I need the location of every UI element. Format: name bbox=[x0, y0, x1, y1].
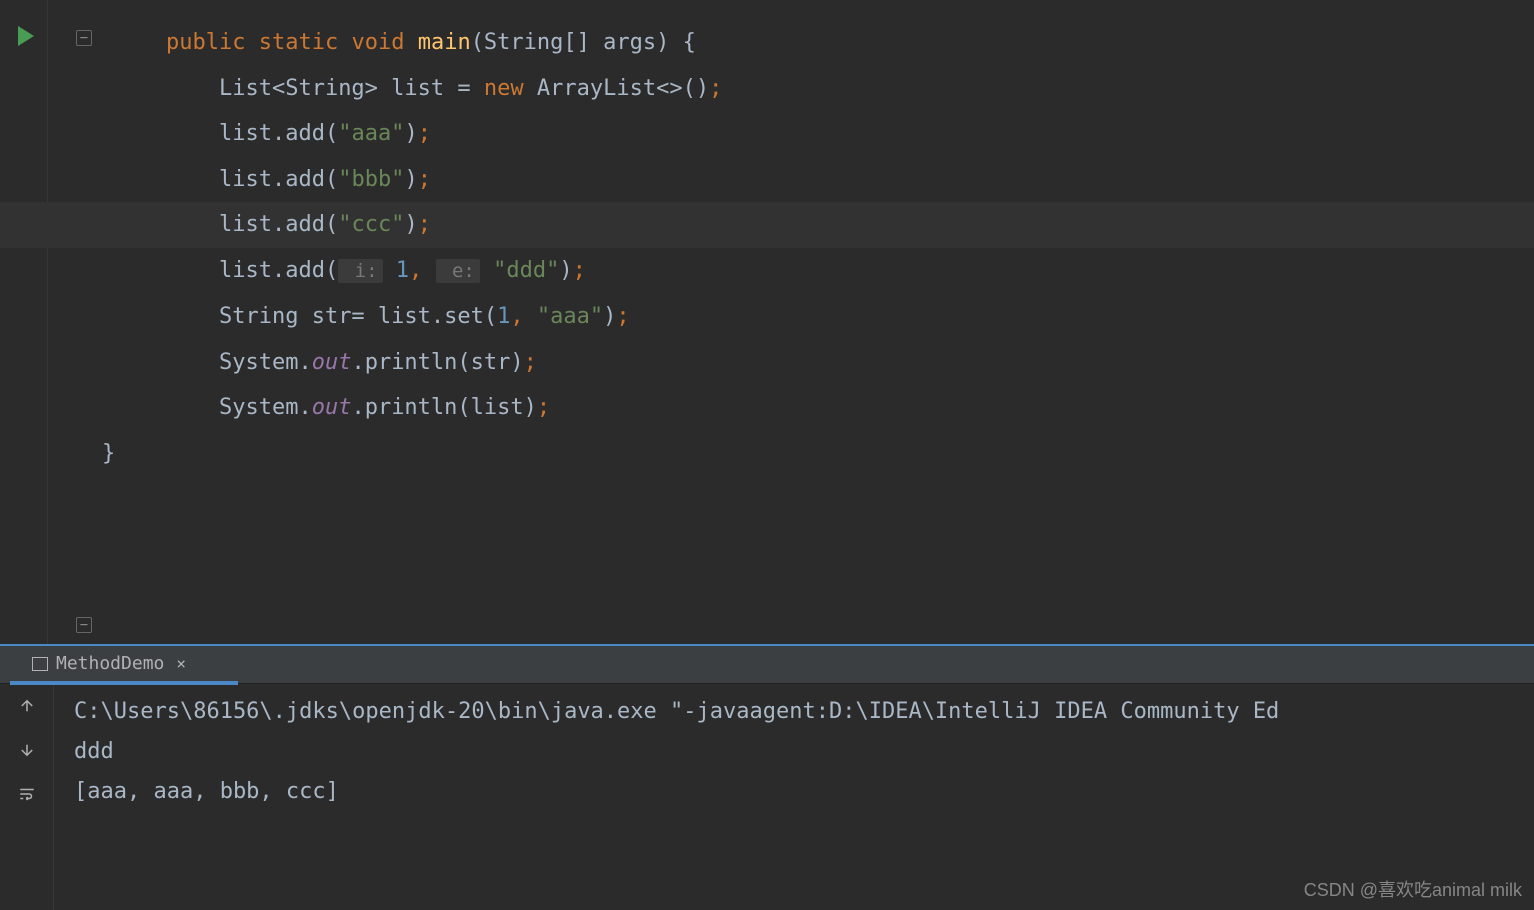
semicolon: ; bbox=[616, 304, 629, 329]
keyword-static: static bbox=[259, 30, 338, 55]
param-hint-element: e: bbox=[436, 259, 480, 283]
code-line-active: list.add("ccc"); bbox=[0, 202, 1534, 248]
code-line: public static void main(String[] args) { bbox=[166, 20, 1534, 66]
method-call: list.add( bbox=[219, 167, 338, 192]
close-paren: ) bbox=[404, 212, 417, 237]
watermark: CSDN @喜欢吃animal milk bbox=[1304, 876, 1522, 902]
code-line: System.out.println(str); bbox=[166, 340, 1534, 386]
string-literal: "bbb" bbox=[338, 167, 404, 192]
var-declaration: List<String> list = bbox=[219, 76, 484, 101]
run-tab-bar: MethodDemo × bbox=[0, 644, 1534, 684]
close-brace: } bbox=[102, 441, 115, 466]
soft-wrap-icon[interactable] bbox=[15, 782, 39, 806]
editor-container: − − public static void main(String[] arg… bbox=[0, 0, 1534, 644]
number-literal: 1 bbox=[383, 258, 410, 283]
code-line: List<String> list = new ArrayList<>(); bbox=[166, 66, 1534, 112]
run-tab-name[interactable]: MethodDemo bbox=[56, 653, 164, 674]
string-literal: "aaa" bbox=[537, 304, 603, 329]
semicolon: ; bbox=[709, 76, 722, 101]
code-line: list.add("bbb"); bbox=[166, 157, 1534, 203]
fold-expand-icon[interactable]: − bbox=[76, 617, 92, 633]
close-paren: ) bbox=[404, 121, 417, 146]
semicolon: ; bbox=[418, 212, 431, 237]
run-toolbar bbox=[0, 684, 54, 910]
run-panel: MethodDemo × C:\Users\86156\.jdks\openjd… bbox=[0, 644, 1534, 910]
tab-active-indicator bbox=[10, 681, 238, 685]
code-area[interactable]: public static void main(String[] args) {… bbox=[108, 0, 1534, 644]
comma: , bbox=[510, 304, 537, 329]
semicolon: ; bbox=[537, 395, 550, 420]
keyword-new: new bbox=[484, 76, 524, 101]
code-line: String str= list.set(1, "aaa"); bbox=[166, 294, 1534, 340]
var-declaration: String str= list.set( bbox=[219, 304, 497, 329]
keyword-void: void bbox=[351, 30, 404, 55]
semicolon: ; bbox=[524, 350, 537, 375]
keyword-public: public bbox=[166, 30, 245, 55]
console-line: [aaa, aaa, bbb, ccc] bbox=[74, 779, 339, 804]
println-call: .println(str) bbox=[351, 350, 523, 375]
semicolon: ; bbox=[418, 121, 431, 146]
param-hint-index: i: bbox=[338, 259, 382, 283]
code-line: System.out.println(list); bbox=[166, 385, 1534, 431]
method-call: list.add( bbox=[219, 212, 338, 237]
string-literal: "aaa" bbox=[338, 121, 404, 146]
static-field-out: out bbox=[312, 350, 352, 375]
scroll-up-icon[interactable] bbox=[15, 694, 39, 718]
method-signature: (String[] args) { bbox=[471, 30, 696, 55]
string-literal: "ddd" bbox=[480, 258, 559, 283]
app-icon bbox=[32, 657, 48, 671]
println-call: .println(list) bbox=[351, 395, 536, 420]
scroll-down-icon[interactable] bbox=[15, 738, 39, 762]
fold-column: − − bbox=[48, 0, 108, 644]
close-paren: ) bbox=[559, 258, 572, 283]
run-gutter-icon[interactable] bbox=[18, 26, 34, 46]
number-literal: 1 bbox=[497, 304, 510, 329]
method-call: list.add( bbox=[219, 258, 338, 283]
type-arraylist: ArrayList<>() bbox=[524, 76, 709, 101]
tab-top-highlight bbox=[0, 644, 1534, 646]
semicolon: ; bbox=[418, 167, 431, 192]
comma: , bbox=[409, 258, 422, 283]
close-icon[interactable]: × bbox=[176, 654, 186, 673]
code-line: } bbox=[102, 431, 1534, 477]
static-field-out: out bbox=[312, 395, 352, 420]
system-class: System. bbox=[219, 395, 312, 420]
semicolon: ; bbox=[573, 258, 586, 283]
method-call: list.add( bbox=[219, 121, 338, 146]
console-line: ddd bbox=[74, 739, 114, 764]
close-paren: ) bbox=[404, 167, 417, 192]
method-name-main: main bbox=[418, 30, 471, 55]
code-line: list.add("aaa"); bbox=[166, 111, 1534, 157]
gutter bbox=[0, 0, 48, 644]
console-line: C:\Users\86156\.jdks\openjdk-20\bin\java… bbox=[74, 699, 1279, 724]
fold-collapse-icon[interactable]: − bbox=[76, 30, 92, 46]
close-paren: ) bbox=[603, 304, 616, 329]
code-line: list.add( i: 1, e: "ddd"); bbox=[166, 248, 1534, 295]
system-class: System. bbox=[219, 350, 312, 375]
string-literal: "ccc" bbox=[338, 212, 404, 237]
